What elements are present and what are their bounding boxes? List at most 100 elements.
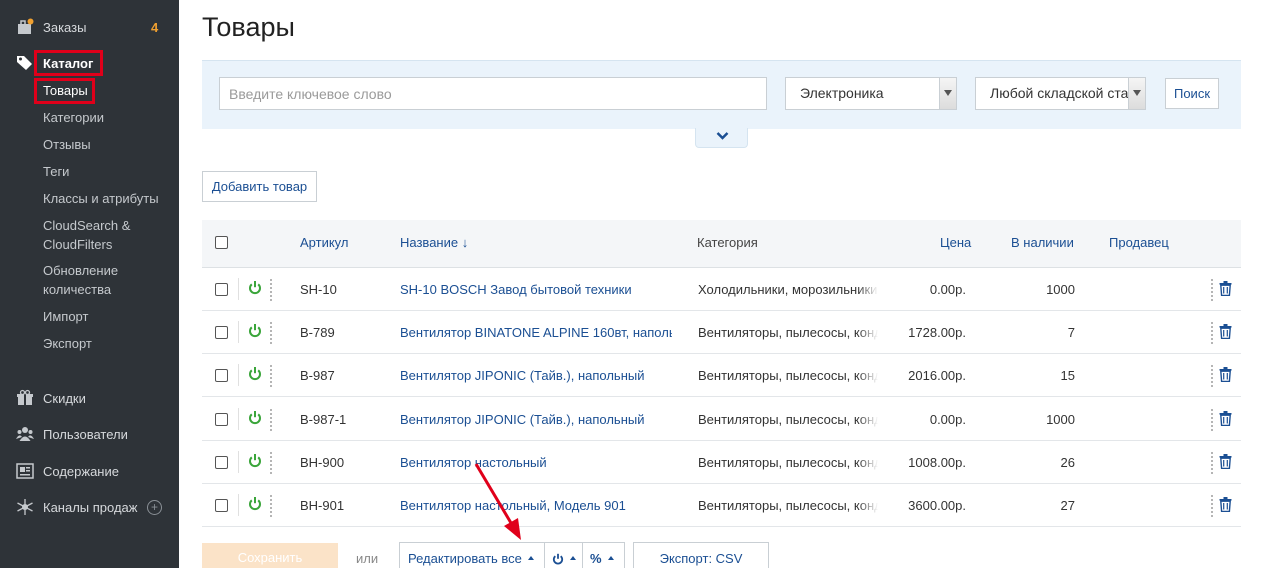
- table-row: BH-901 Вентилятор настольный, Модель 901 В…: [202, 484, 1241, 527]
- nav-import[interactable]: Импорт: [43, 307, 88, 326]
- nav-classes-attributes[interactable]: Классы и атрибуты: [43, 189, 159, 208]
- caret-up-icon: [527, 556, 534, 561]
- power-icon[interactable]: [248, 280, 262, 295]
- row-checkbox[interactable]: [215, 326, 228, 339]
- nav-sales-channels[interactable]: Каналы продаж +: [0, 497, 179, 517]
- nav-categories[interactable]: Категории: [43, 108, 104, 127]
- row-checkbox[interactable]: [215, 283, 228, 296]
- trash-icon[interactable]: [1219, 324, 1232, 339]
- power-icon[interactable]: [248, 366, 262, 381]
- cell-name-link[interactable]: Вентилятор JIPONIC (Тайв.), напольный: [400, 368, 672, 383]
- cell-name-link[interactable]: Вентилятор настольный: [400, 455, 672, 470]
- cell-name-link[interactable]: SH-10 BOSCH Завод бытовой техники: [400, 282, 672, 297]
- row-checkbox[interactable]: [215, 499, 228, 512]
- nav-tags[interactable]: Теги: [43, 162, 69, 181]
- cell-sku: BH-900: [300, 455, 345, 470]
- category-select[interactable]: Электроника: [785, 77, 957, 110]
- drag-handle[interactable]: [270, 409, 272, 431]
- nav-discounts[interactable]: Скидки: [0, 388, 179, 408]
- nav-content[interactable]: Содержание: [0, 461, 179, 481]
- header-vendor[interactable]: Продавец: [1109, 235, 1169, 250]
- cell-stock[interactable]: 27: [1002, 498, 1075, 513]
- power-icon[interactable]: [248, 323, 262, 338]
- search-input[interactable]: [219, 77, 767, 110]
- divider: [238, 278, 239, 300]
- annotation-arrow-icon: [474, 463, 521, 540]
- cell-sku: B-987: [300, 368, 335, 383]
- cell-price[interactable]: 0.00р.: [892, 282, 966, 297]
- drag-handle[interactable]: [270, 365, 272, 387]
- expand-filters-toggle[interactable]: [695, 128, 748, 148]
- cell-stock[interactable]: 15: [1002, 368, 1075, 383]
- bulk-status-button[interactable]: [552, 543, 576, 568]
- cell-stock[interactable]: 1000: [1002, 412, 1075, 427]
- bulk-percent-button[interactable]: %: [590, 543, 614, 568]
- row-menu-handle[interactable]: [1211, 409, 1213, 431]
- search-button[interactable]: Поиск: [1165, 78, 1219, 109]
- drag-handle[interactable]: [270, 452, 272, 474]
- stock-status-select[interactable]: Любой складской статус: [975, 77, 1146, 110]
- add-product-button[interactable]: Добавить товар: [202, 171, 317, 202]
- cell-price[interactable]: 1728.00р.: [892, 325, 966, 340]
- header-stock[interactable]: В наличии: [1011, 235, 1074, 250]
- header-sku[interactable]: Артикул: [300, 235, 348, 250]
- trash-icon[interactable]: [1219, 497, 1232, 512]
- cell-price[interactable]: 0.00р.: [892, 412, 966, 427]
- text-fade: [858, 492, 878, 520]
- drag-handle[interactable]: [270, 495, 272, 517]
- chevron-down-icon: [1128, 78, 1145, 109]
- users-icon: [16, 427, 34, 441]
- add-channel-button[interactable]: +: [147, 500, 162, 515]
- power-icon[interactable]: [248, 496, 262, 511]
- cell-category: Вентиляторы, пылесосы, кондиционеры: [698, 368, 878, 383]
- cell-price[interactable]: 3600.00р.: [892, 498, 966, 513]
- content-icon: [16, 463, 34, 479]
- row-menu-handle[interactable]: [1211, 279, 1213, 301]
- row-checkbox[interactable]: [215, 413, 228, 426]
- nav-cloudsearch[interactable]: CloudSearch & CloudFilters: [0, 216, 179, 256]
- stock-status-select-value: Любой складской статус: [990, 85, 1146, 101]
- header-name[interactable]: Название ↓: [400, 235, 468, 250]
- row-menu-handle[interactable]: [1211, 452, 1213, 474]
- edit-all-button[interactable]: Редактировать все: [408, 543, 534, 568]
- export-csv-button[interactable]: Экспорт: CSV: [633, 542, 769, 568]
- highlight-box-products: [34, 78, 95, 104]
- caret-up-icon: [570, 556, 576, 561]
- nav-update-quantity[interactable]: Обновление количества: [0, 261, 179, 301]
- header-price[interactable]: Цена: [940, 235, 971, 250]
- save-button[interactable]: Сохранить: [202, 543, 338, 568]
- divider: [238, 451, 239, 473]
- cell-sku: SH-10: [300, 282, 337, 297]
- divider: [238, 494, 239, 516]
- nav-orders[interactable]: Заказы 4: [0, 17, 179, 37]
- trash-icon[interactable]: [1219, 281, 1232, 296]
- cell-stock[interactable]: 1000: [1002, 282, 1075, 297]
- cell-category: Вентиляторы, пылесосы, кондиционеры: [698, 412, 878, 427]
- drag-handle[interactable]: [270, 279, 272, 301]
- nav-users[interactable]: Пользователи: [0, 424, 179, 444]
- select-all-checkbox[interactable]: [215, 236, 228, 249]
- power-icon[interactable]: [248, 453, 262, 468]
- cell-price[interactable]: 2016.00р.: [892, 368, 966, 383]
- cell-name-link[interactable]: Вентилятор JIPONIC (Тайв.), напольный: [400, 412, 672, 427]
- trash-icon[interactable]: [1219, 367, 1232, 382]
- row-checkbox[interactable]: [215, 456, 228, 469]
- nav-export[interactable]: Экспорт: [43, 334, 92, 353]
- power-icon: [552, 553, 564, 565]
- drag-handle[interactable]: [270, 322, 272, 344]
- cell-stock[interactable]: 26: [1002, 455, 1075, 470]
- cell-sku: B-789: [300, 325, 335, 340]
- trash-icon[interactable]: [1219, 411, 1232, 426]
- cell-stock[interactable]: 7: [1002, 325, 1075, 340]
- cell-price[interactable]: 1008.00р.: [892, 455, 966, 470]
- row-menu-handle[interactable]: [1211, 365, 1213, 387]
- trash-icon[interactable]: [1219, 454, 1232, 469]
- nav-update-quantity-line1: Обновление: [43, 263, 119, 278]
- row-menu-handle[interactable]: [1211, 495, 1213, 517]
- row-menu-handle[interactable]: [1211, 322, 1213, 344]
- cell-name-link[interactable]: Вентилятор BINATONE ALPINE 160вт, наполь…: [400, 325, 672, 340]
- power-icon[interactable]: [248, 410, 262, 425]
- cell-name-link[interactable]: Вентилятор настольный, Модель 901: [400, 498, 672, 513]
- nav-reviews[interactable]: Отзывы: [43, 135, 91, 154]
- row-checkbox[interactable]: [215, 369, 228, 382]
